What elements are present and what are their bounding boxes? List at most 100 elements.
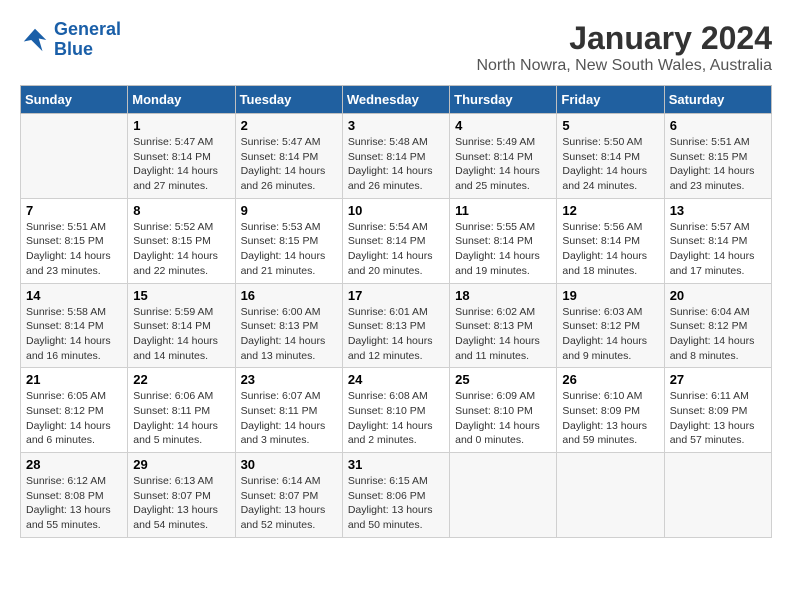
day-info: Sunrise: 5:47 AM Sunset: 8:14 PM Dayligh… xyxy=(241,135,337,194)
day-info: Sunrise: 6:05 AM Sunset: 8:12 PM Dayligh… xyxy=(26,389,122,448)
header-cell-saturday: Saturday xyxy=(664,86,771,114)
calendar-cell: 12Sunrise: 5:56 AM Sunset: 8:14 PM Dayli… xyxy=(557,198,664,283)
logo-line2: Blue xyxy=(54,39,93,59)
calendar-cell xyxy=(664,453,771,538)
calendar-cell: 17 Sunrise: 6:01 AM Sunset: 8:13 PM Dayli… xyxy=(342,283,449,368)
calendar-cell: 9 Sunrise: 5:53 AM Sunset: 8:15 PM Daylig… xyxy=(235,198,342,283)
page-header: General Blue January 2024 North Nowra, N… xyxy=(20,20,772,75)
header-cell-wednesday: Wednesday xyxy=(342,86,449,114)
title-block: January 2024 North Nowra, New South Wale… xyxy=(476,20,772,75)
day-info: Sunrise: 6:04 AM Sunset: 8:12 PM Dayligh… xyxy=(670,305,766,364)
calendar-cell: 6Sunrise: 5:51 AM Sunset: 8:15 PM Daylig… xyxy=(664,114,771,199)
calendar-cell: 27 Sunrise: 6:11 AM Sunset: 8:09 PM Dayli… xyxy=(664,368,771,453)
header-cell-friday: Friday xyxy=(557,86,664,114)
day-info: Sunrise: 6:07 AM Sunset: 8:11 PM Dayligh… xyxy=(241,389,337,448)
day-info: Sunrise: 5:52 AM Sunset: 8:15 PM Dayligh… xyxy=(133,220,229,279)
day-number: 27 xyxy=(670,372,766,387)
day-info: Sunrise: 6:14 AM Sunset: 8:07 PM Dayligh… xyxy=(241,474,337,533)
logo-icon xyxy=(20,25,50,55)
day-info: Sunrise: 5:51 AM Sunset: 8:15 PM Dayligh… xyxy=(26,220,122,279)
day-number: 11 xyxy=(455,203,551,218)
day-number: 23 xyxy=(241,372,337,387)
day-info: Sunrise: 6:11 AM Sunset: 8:09 PM Dayligh… xyxy=(670,389,766,448)
header-cell-thursday: Thursday xyxy=(450,86,557,114)
week-row-1: 1Sunrise: 5:47 AM Sunset: 8:14 PM Daylig… xyxy=(21,114,772,199)
day-info: Sunrise: 5:53 AM Sunset: 8:15 PM Dayligh… xyxy=(241,220,337,279)
day-number: 16 xyxy=(241,288,337,303)
day-info: Sunrise: 5:48 AM Sunset: 8:14 PM Dayligh… xyxy=(348,135,444,194)
day-info: Sunrise: 6:03 AM Sunset: 8:12 PM Dayligh… xyxy=(562,305,658,364)
day-info: Sunrise: 6:00 AM Sunset: 8:13 PM Dayligh… xyxy=(241,305,337,364)
day-number: 17 xyxy=(348,288,444,303)
calendar-cell: 2Sunrise: 5:47 AM Sunset: 8:14 PM Daylig… xyxy=(235,114,342,199)
day-number: 8 xyxy=(133,203,229,218)
header-cell-tuesday: Tuesday xyxy=(235,86,342,114)
day-number: 22 xyxy=(133,372,229,387)
day-info: Sunrise: 6:08 AM Sunset: 8:10 PM Dayligh… xyxy=(348,389,444,448)
day-info: Sunrise: 6:12 AM Sunset: 8:08 PM Dayligh… xyxy=(26,474,122,533)
day-info: Sunrise: 6:06 AM Sunset: 8:11 PM Dayligh… xyxy=(133,389,229,448)
day-info: Sunrise: 6:13 AM Sunset: 8:07 PM Dayligh… xyxy=(133,474,229,533)
calendar-cell: 31 Sunrise: 6:15 AM Sunset: 8:06 PM Dayli… xyxy=(342,453,449,538)
logo-line1: General xyxy=(54,19,121,39)
calendar-cell: 21 Sunrise: 6:05 AM Sunset: 8:12 PM Dayli… xyxy=(21,368,128,453)
calendar-cell: 16 Sunrise: 6:00 AM Sunset: 8:13 PM Dayli… xyxy=(235,283,342,368)
calendar-cell: 3 Sunrise: 5:48 AM Sunset: 8:14 PM Daylig… xyxy=(342,114,449,199)
day-number: 3 xyxy=(348,118,444,133)
day-info: Sunrise: 6:15 AM Sunset: 8:06 PM Dayligh… xyxy=(348,474,444,533)
day-number: 29 xyxy=(133,457,229,472)
calendar-cell: 30 Sunrise: 6:14 AM Sunset: 8:07 PM Dayli… xyxy=(235,453,342,538)
calendar-cell: 26 Sunrise: 6:10 AM Sunset: 8:09 PM Dayli… xyxy=(557,368,664,453)
calendar-title: January 2024 xyxy=(476,20,772,57)
calendar-cell: 14 Sunrise: 5:58 AM Sunset: 8:14 PM Dayli… xyxy=(21,283,128,368)
header-cell-sunday: Sunday xyxy=(21,86,128,114)
day-number: 31 xyxy=(348,457,444,472)
logo: General Blue xyxy=(20,20,121,60)
day-info: Sunrise: 5:58 AM Sunset: 8:14 PM Dayligh… xyxy=(26,305,122,364)
calendar-cell: 1Sunrise: 5:47 AM Sunset: 8:14 PM Daylig… xyxy=(128,114,235,199)
day-number: 15 xyxy=(133,288,229,303)
calendar-cell: 23 Sunrise: 6:07 AM Sunset: 8:11 PM Dayli… xyxy=(235,368,342,453)
day-number: 14 xyxy=(26,288,122,303)
day-info: Sunrise: 6:02 AM Sunset: 8:13 PM Dayligh… xyxy=(455,305,551,364)
day-number: 30 xyxy=(241,457,337,472)
day-info: Sunrise: 6:10 AM Sunset: 8:09 PM Dayligh… xyxy=(562,389,658,448)
calendar-cell: 19Sunrise: 6:03 AM Sunset: 8:12 PM Dayli… xyxy=(557,283,664,368)
day-number: 20 xyxy=(670,288,766,303)
day-number: 28 xyxy=(26,457,122,472)
day-info: Sunrise: 5:49 AM Sunset: 8:14 PM Dayligh… xyxy=(455,135,551,194)
week-row-2: 7 Sunrise: 5:51 AM Sunset: 8:15 PM Daylig… xyxy=(21,198,772,283)
day-info: Sunrise: 5:54 AM Sunset: 8:14 PM Dayligh… xyxy=(348,220,444,279)
week-row-3: 14 Sunrise: 5:58 AM Sunset: 8:14 PM Dayli… xyxy=(21,283,772,368)
day-number: 18 xyxy=(455,288,551,303)
calendar-cell: 5Sunrise: 5:50 AM Sunset: 8:14 PM Daylig… xyxy=(557,114,664,199)
calendar-cell xyxy=(557,453,664,538)
day-number: 21 xyxy=(26,372,122,387)
calendar-cell: 24 Sunrise: 6:08 AM Sunset: 8:10 PM Dayli… xyxy=(342,368,449,453)
week-row-5: 28 Sunrise: 6:12 AM Sunset: 8:08 PM Dayli… xyxy=(21,453,772,538)
day-info: Sunrise: 6:01 AM Sunset: 8:13 PM Dayligh… xyxy=(348,305,444,364)
header-cell-monday: Monday xyxy=(128,86,235,114)
day-info: Sunrise: 5:55 AM Sunset: 8:14 PM Dayligh… xyxy=(455,220,551,279)
calendar-subtitle: North Nowra, New South Wales, Australia xyxy=(476,57,772,75)
day-number: 7 xyxy=(26,203,122,218)
day-info: Sunrise: 5:51 AM Sunset: 8:15 PM Dayligh… xyxy=(670,135,766,194)
calendar-cell: 10 Sunrise: 5:54 AM Sunset: 8:14 PM Dayli… xyxy=(342,198,449,283)
calendar-cell: 4 Sunrise: 5:49 AM Sunset: 8:14 PM Daylig… xyxy=(450,114,557,199)
day-number: 24 xyxy=(348,372,444,387)
calendar-cell: 28 Sunrise: 6:12 AM Sunset: 8:08 PM Dayli… xyxy=(21,453,128,538)
day-number: 12 xyxy=(562,203,658,218)
day-number: 9 xyxy=(241,203,337,218)
day-number: 25 xyxy=(455,372,551,387)
calendar-cell: 20 Sunrise: 6:04 AM Sunset: 8:12 PM Dayli… xyxy=(664,283,771,368)
day-number: 4 xyxy=(455,118,551,133)
day-info: Sunrise: 5:47 AM Sunset: 8:14 PM Dayligh… xyxy=(133,135,229,194)
calendar-cell: 8 Sunrise: 5:52 AM Sunset: 8:15 PM Daylig… xyxy=(128,198,235,283)
day-info: Sunrise: 5:50 AM Sunset: 8:14 PM Dayligh… xyxy=(562,135,658,194)
week-row-4: 21 Sunrise: 6:05 AM Sunset: 8:12 PM Dayli… xyxy=(21,368,772,453)
calendar-cell xyxy=(21,114,128,199)
header-row: SundayMondayTuesdayWednesdayThursdayFrid… xyxy=(21,86,772,114)
calendar-cell: 13Sunrise: 5:57 AM Sunset: 8:14 PM Dayli… xyxy=(664,198,771,283)
day-number: 26 xyxy=(562,372,658,387)
day-number: 10 xyxy=(348,203,444,218)
